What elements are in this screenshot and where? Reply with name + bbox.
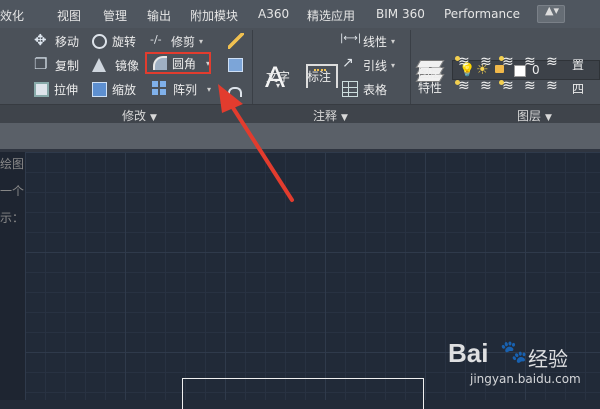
layers-panel-title[interactable]: 图层 ▼ (517, 107, 552, 124)
panel-title-bar (0, 104, 600, 124)
array-dropdown-icon[interactable]: ▾ (207, 85, 211, 94)
stretch-icon (34, 81, 49, 97)
rotate-button[interactable]: 旋转 (92, 32, 136, 50)
tab-a360[interactable]: A360 (258, 7, 289, 21)
background-text: 绘图 (0, 157, 25, 171)
array-button[interactable]: 阵列 ▾ (152, 80, 211, 98)
layer-tool-icon[interactable] (524, 78, 538, 95)
chevron-down-icon: ▼ (545, 113, 552, 123)
text-dropdown-icon[interactable]: ▾ (276, 81, 280, 90)
offset-button[interactable] (228, 80, 247, 98)
layer-properties-label[interactable]: 图层 特性 (418, 66, 442, 96)
drawn-rectangle[interactable] (182, 378, 424, 409)
scale-icon (92, 81, 107, 97)
watermark-text: 经验 (528, 347, 568, 371)
brush-icon (228, 33, 244, 49)
minimize-ribbon-button[interactable]: ▲▾ (537, 4, 565, 23)
stretch-button[interactable]: 拉伸 (34, 80, 78, 98)
linear-button[interactable]: 线性▾ (340, 32, 395, 50)
tab-annotate-partial[interactable]: 效化 (0, 7, 24, 24)
cube-icon (228, 58, 243, 72)
match-properties-button[interactable] (228, 32, 249, 50)
array-icon (152, 81, 168, 97)
tab-performance[interactable]: Performance (444, 7, 520, 21)
copy-icon (34, 55, 50, 73)
layer-tool-icon[interactable] (455, 78, 472, 95)
mirror-button[interactable]: 镜像 (92, 56, 139, 74)
leader-button[interactable]: 引线▾ (342, 55, 395, 74)
mirror-icon (92, 58, 106, 72)
trim-dropdown-icon[interactable]: ▾ (199, 37, 203, 46)
tab-featured-apps[interactable]: 精选应用 (307, 7, 355, 24)
layer-tool-icon[interactable] (499, 78, 516, 95)
chevron-down-icon: ▼ (150, 113, 157, 123)
dimension-button-label[interactable]: 标注 (307, 68, 331, 85)
table-button[interactable]: 表格 (342, 80, 387, 98)
trim-icon (150, 33, 166, 49)
chevron-down-icon: ▼ (341, 113, 348, 123)
tab-addins[interactable]: 附加模块 (190, 7, 238, 24)
watermark-url: jingyan.baidu.com (470, 372, 581, 386)
layer-tool-icon[interactable] (455, 54, 472, 71)
paw-icon: 🐾 (500, 340, 528, 365)
leader-icon (342, 55, 358, 73)
table-icon (342, 81, 358, 97)
layer-tool-icon[interactable] (524, 54, 538, 71)
tab-bim360[interactable]: BIM 360 (376, 7, 425, 21)
background-text: 示： (0, 211, 25, 225)
file-tab-strip (0, 123, 600, 150)
watermark-logo: Bai (448, 338, 489, 368)
layer-tool-icon[interactable] (480, 78, 494, 95)
explode-button[interactable] (228, 56, 248, 74)
linear-dimension-icon (340, 33, 361, 49)
modify-panel-title[interactable]: 修改 ▼ (122, 107, 157, 124)
layer-tool-icon[interactable] (499, 54, 516, 71)
copy-button[interactable]: 复制 (34, 55, 79, 74)
rotate-icon (92, 34, 107, 49)
scale-button[interactable]: 缩放 (92, 80, 136, 98)
annotation-panel-title[interactable]: 注释 ▼ (313, 107, 348, 124)
ribbon-tab-bar: 效化 视图 管理 输出 附加模块 A360 精选应用 BIM 360 Perfo… (0, 0, 600, 28)
layer-tool-icon[interactable] (480, 54, 494, 71)
offset-icon (228, 87, 242, 97)
fillet-highlight-box (145, 52, 211, 74)
layer-tool-icon[interactable] (546, 54, 560, 71)
layer-tool-icon[interactable] (546, 78, 560, 95)
tab-view[interactable]: 视图 (57, 7, 81, 24)
layer-four-label[interactable]: 四 (572, 80, 584, 97)
layer-set-label[interactable]: 置 (572, 56, 584, 73)
ribbon-body: 移动 旋转 修剪▾ 复制 镜像 圆角▾ 拉伸 缩放 阵列▾ A 文字 ▾ 标注 … (0, 28, 600, 124)
tab-manage[interactable]: 管理 (103, 7, 127, 24)
move-icon (34, 31, 50, 49)
background-text: 一个 (0, 184, 25, 198)
linear-dropdown-icon[interactable]: ▾ (391, 37, 395, 46)
tab-output[interactable]: 输出 (147, 7, 171, 24)
leader-dropdown-icon[interactable]: ▾ (391, 61, 395, 70)
move-button[interactable]: 移动 (34, 31, 79, 50)
trim-button[interactable]: 修剪▾ (150, 32, 203, 50)
